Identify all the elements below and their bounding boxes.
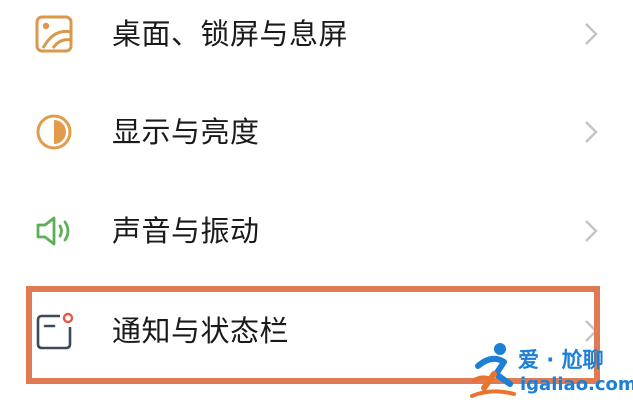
- settings-list: 桌面、锁屏与息屏 显示与亮度 声音与振动 通知与状态栏 爱 · 尬聊 igali…: [0, 0, 633, 410]
- watermark-url: igaliao.com: [520, 374, 633, 395]
- settings-item-sound-vibration[interactable]: 声音与振动: [0, 183, 633, 279]
- settings-item-label: 桌面、锁屏与息屏: [112, 17, 349, 51]
- speaker-icon: [36, 216, 70, 246]
- watermark: 爱 · 尬聊 igaliao.com: [470, 340, 633, 406]
- chevron-right-icon: [585, 121, 598, 143]
- chevron-right-icon: [585, 220, 598, 242]
- watermark-title: 爱 · 尬聊: [518, 348, 604, 372]
- chevron-right-icon: [585, 23, 598, 45]
- runner-logo-icon: [470, 343, 516, 398]
- settings-item-label: 显示与亮度: [112, 115, 260, 149]
- brightness-icon: [36, 114, 72, 150]
- settings-item-desktop-lockscreen[interactable]: 桌面、锁屏与息屏: [0, 0, 633, 82]
- settings-item-label: 声音与振动: [112, 214, 260, 248]
- wallpaper-icon: [35, 15, 73, 53]
- settings-item-display-brightness[interactable]: 显示与亮度: [0, 84, 633, 180]
